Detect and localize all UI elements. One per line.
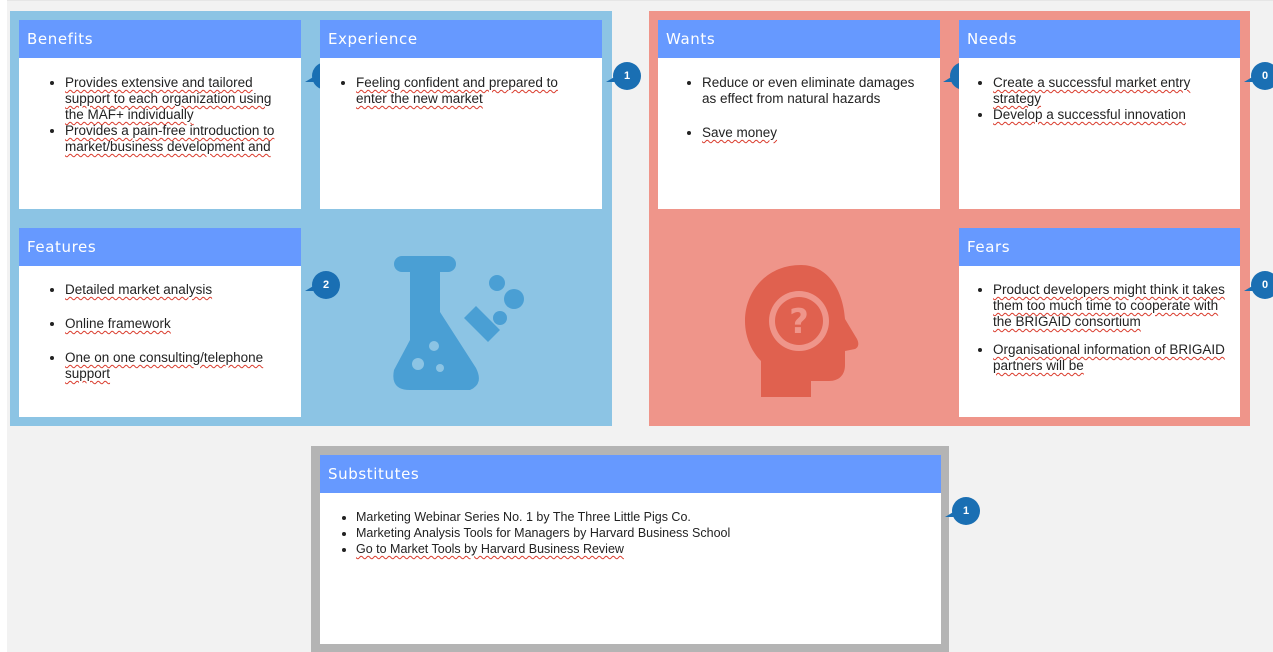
benefits-title: Benefits	[19, 20, 301, 58]
top-border	[0, 0, 1273, 1]
needs-item-2: Develop a successful innovation	[993, 107, 1230, 123]
needs-title: Needs	[959, 20, 1240, 58]
substitutes-item-2: Marketing Analysis Tools for Managers by…	[356, 525, 931, 541]
needs-item-1: Create a successful market entry strateg…	[993, 75, 1230, 107]
features-item-3: One on one consulting/telephone support	[65, 350, 291, 382]
wants-item-1: Reduce or even eliminate damages as effe…	[702, 75, 930, 107]
experience-item-1: Feeling confident and prepared to enter …	[356, 75, 592, 107]
substitutes-title: Substitutes	[320, 455, 941, 493]
experience-count-badge[interactable]: 1	[606, 62, 641, 90]
needs-card[interactable]: Needs Create a successful market entry s…	[959, 20, 1240, 209]
substitutes-item-1: Marketing Webinar Series No. 1 by The Th…	[356, 509, 931, 525]
substitutes-card[interactable]: Substitutes Marketing Webinar Series No.…	[320, 455, 941, 644]
experience-title: Experience	[320, 20, 602, 58]
fears-item-1: Product developers might think it takes …	[993, 282, 1230, 330]
flask-icon	[393, 256, 524, 390]
substitutes-item-3: Go to Market Tools by Harvard Business R…	[356, 541, 931, 557]
features-item-2: Online framework	[65, 316, 291, 332]
features-title: Features	[19, 228, 301, 266]
experience-card[interactable]: Experience Feeling confident and prepare…	[320, 20, 602, 209]
fears-card[interactable]: Fears Product developers might think it …	[959, 228, 1240, 417]
fears-item-2: Organisational information of BRIGAID pa…	[993, 342, 1230, 374]
benefits-card[interactable]: Benefits Provides extensive and tailored…	[19, 20, 301, 209]
head-question-icon: ?	[745, 265, 859, 397]
fears-count-badge[interactable]: 0	[1244, 271, 1273, 299]
wants-card[interactable]: Wants Reduce or even eliminate damages a…	[658, 20, 940, 209]
features-count-badge[interactable]: 2	[305, 271, 340, 299]
benefits-item-1: Provides extensive and tailored support …	[65, 75, 291, 123]
features-card[interactable]: Features Detailed market analysis Online…	[19, 228, 301, 417]
left-margin	[0, 0, 7, 652]
fears-title: Fears	[959, 228, 1240, 266]
svg-text:?: ?	[789, 302, 809, 342]
substitutes-count-badge[interactable]: 1	[945, 497, 980, 525]
needs-count-badge[interactable]: 0	[1244, 62, 1273, 90]
wants-item-2: Save money	[702, 125, 930, 141]
benefits-item-2: Provides a pain-free introduction to mar…	[65, 123, 291, 155]
features-item-1: Detailed market analysis	[65, 282, 291, 298]
wants-title: Wants	[658, 20, 940, 58]
